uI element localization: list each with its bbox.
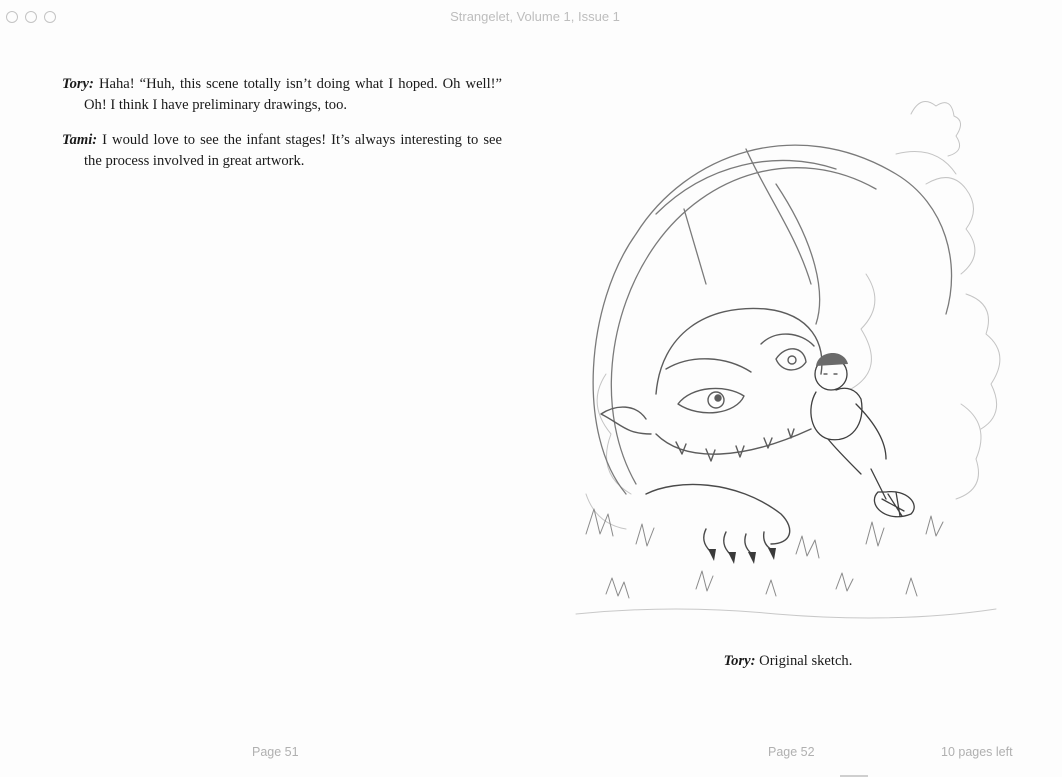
speaker-label: Tami: bbox=[62, 132, 98, 148]
dialogue-paragraph: Tory: Haha! “Huh, this scene totally isn… bbox=[62, 74, 502, 116]
sketch-figure bbox=[566, 74, 1016, 642]
title-bar: Strangelet, Volume 1, Issue 1 bbox=[0, 0, 1062, 34]
left-page-number: Page 51 bbox=[252, 745, 299, 759]
dialogue-text: I would love to see the infant stages! I… bbox=[84, 132, 502, 169]
dialogue-text: Haha! “Huh, this scene totally isn’t doi… bbox=[84, 76, 502, 113]
left-page: Tory: Haha! “Huh, this scene totally isn… bbox=[62, 74, 502, 186]
caption-speaker: Tory: bbox=[723, 653, 756, 669]
window-title: Strangelet, Volume 1, Issue 1 bbox=[450, 9, 620, 24]
caption-text: Original sketch. bbox=[759, 653, 853, 669]
dialogue-paragraph: Tami: I would love to see the infant sta… bbox=[62, 130, 502, 172]
speaker-label: Tory: bbox=[62, 76, 94, 92]
figure-caption: Tory: Original sketch. bbox=[600, 653, 976, 670]
right-page-number: Page 52 bbox=[768, 745, 815, 759]
pages-left-indicator: 10 pages left bbox=[941, 745, 1013, 759]
pencil-sketch-illustration bbox=[575, 101, 1001, 619]
